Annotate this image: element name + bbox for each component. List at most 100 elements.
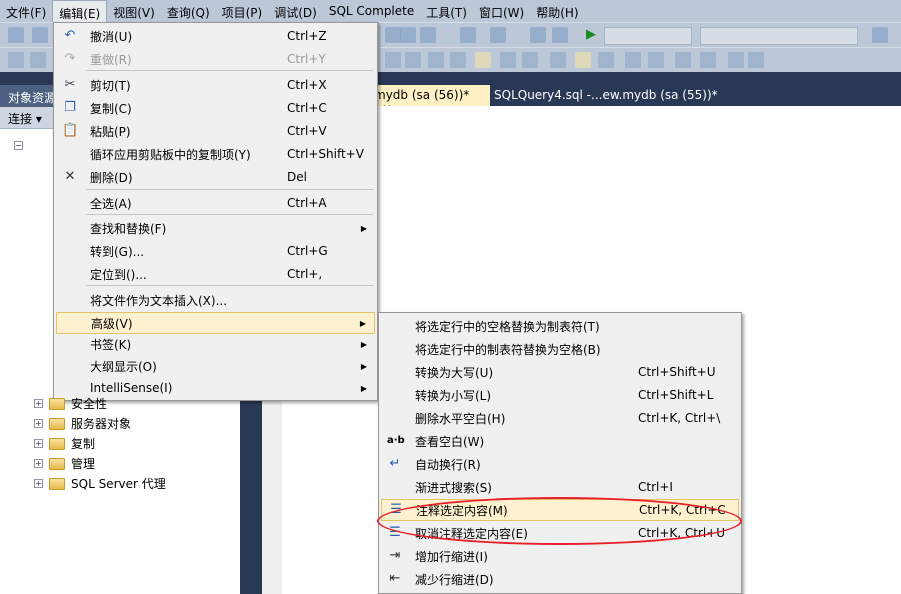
toolbar-button-icon[interactable] — [385, 52, 401, 68]
menu-item-shortcut: Ctrl+Shift+V — [287, 147, 364, 161]
menu-item[interactable]: a·b 查看空白(W) — [381, 430, 739, 452]
menu-item[interactable]: 渐进式搜索(S) Ctrl+I — [381, 476, 739, 498]
toolbar-button-icon[interactable] — [450, 52, 466, 68]
toolbar-button-icon[interactable] — [728, 52, 744, 68]
menu-4[interactable]: 项目(P) — [216, 0, 269, 22]
toolbar-button-icon[interactable] — [575, 52, 591, 68]
menu-item-label: 粘贴(P) — [90, 124, 131, 139]
connect-button[interactable]: 连接 — [8, 112, 32, 126]
toolbar-button-icon[interactable] — [625, 52, 641, 68]
toolbar-button-icon[interactable] — [8, 52, 24, 68]
menu-6[interactable]: SQL Complete — [323, 0, 420, 22]
menu-8[interactable]: 窗口(W) — [473, 0, 530, 22]
menu-item[interactable]: ❐ 复制(C) Ctrl+C — [56, 97, 375, 119]
toolbar-button-icon[interactable] — [460, 27, 476, 43]
toolbar-button-icon[interactable] — [748, 52, 764, 68]
toolbar-button-icon[interactable] — [598, 52, 614, 68]
toolbar-button-icon[interactable] — [552, 27, 568, 43]
menu-item[interactable]: ⇤ 减少行缩进(D) — [381, 568, 739, 590]
menu-item-label: IntelliSense(I) — [90, 381, 173, 395]
toolbar-button-icon[interactable] — [500, 52, 516, 68]
menu-item[interactable]: ⇥ 增加行缩进(I) — [381, 545, 739, 567]
expand-icon[interactable]: + — [34, 459, 43, 468]
menu-3[interactable]: 查询(Q) — [161, 0, 216, 22]
toolbar-button-icon[interactable] — [385, 27, 401, 43]
toolbar-button-icon[interactable] — [550, 52, 566, 68]
toolbar-button-icon[interactable] — [490, 27, 506, 43]
menu-5[interactable]: 调试(D) — [268, 0, 323, 22]
menu-item[interactable]: 转换为小写(L) Ctrl+Shift+L — [381, 384, 739, 406]
server-node[interactable]: − — [14, 137, 44, 150]
annotation-ellipse — [377, 497, 742, 545]
toolbar-button-icon[interactable] — [522, 52, 538, 68]
expand-icon[interactable]: + — [34, 399, 43, 408]
menu-item[interactable]: 将文件作为文本插入(X)... — [56, 289, 375, 311]
tree-node[interactable]: + 管理 — [34, 455, 95, 472]
menu-item[interactable]: 转到(G)... Ctrl+G — [56, 240, 375, 262]
toolbar-button-icon[interactable] — [405, 52, 421, 68]
menu-item-label: 删除水平空白(H) — [415, 411, 506, 426]
menu-item[interactable]: 高级(V) ▶ — [56, 312, 375, 334]
expand-icon[interactable]: + — [34, 419, 43, 428]
tree-node[interactable]: + SQL Server 代理 — [34, 475, 166, 492]
menu-item-label: 查找和替换(F) — [90, 221, 167, 236]
menu-0[interactable]: 文件(F) — [0, 0, 52, 22]
menu-item-label: 减少行缩进(D) — [415, 572, 494, 587]
toolbar-button-icon[interactable] — [475, 52, 491, 68]
database-combo[interactable] — [604, 27, 692, 45]
toolbar-button-icon[interactable] — [30, 52, 46, 68]
menu-item[interactable]: 查找和替换(F) ▶ — [56, 217, 375, 239]
menu-item-label: 查看空白(W) — [415, 434, 485, 449]
menu-item[interactable]: 转换为大写(U) Ctrl+Shift+U — [381, 361, 739, 383]
expand-icon[interactable]: + — [34, 479, 43, 488]
menu-item[interactable]: ✕ 删除(D) Del — [56, 166, 375, 188]
tree-node-label: 复制 — [71, 437, 96, 451]
toolbar-button-icon[interactable] — [648, 52, 664, 68]
tree-node[interactable]: + 安全性 — [34, 395, 107, 412]
tab-inactive[interactable]: SQLQuery4.sql -...ew.mydb (sa (55))* — [494, 88, 718, 102]
menu-1[interactable]: 编辑(E) — [52, 0, 108, 22]
menu-item-shortcut: Ctrl+G — [287, 244, 328, 258]
menu-item[interactable]: 全选(A) Ctrl+A — [56, 192, 375, 214]
menu-item[interactable]: 大纲显示(O) ▶ — [56, 355, 375, 377]
menu-item[interactable]: ↵ 自动换行(R) — [381, 453, 739, 475]
toolbar-button-icon[interactable] — [675, 52, 691, 68]
menu-item[interactable]: 定位到()... Ctrl+, — [56, 263, 375, 285]
menu-item[interactable]: ↶ 撤消(U) Ctrl+Z — [56, 25, 375, 47]
submenu-arrow-icon: ▶ — [359, 318, 366, 328]
outdent-icon: ⇤ — [389, 571, 401, 586]
menu-separator — [86, 189, 373, 190]
menu-item[interactable]: 书签(K) ▶ — [56, 333, 375, 355]
solution-config-combo[interactable] — [700, 27, 858, 45]
menu-item[interactable]: 删除水平空白(H) Ctrl+K, Ctrl+\ — [381, 407, 739, 429]
tree-node-label: 管理 — [71, 457, 96, 471]
menu-item[interactable]: 将选定行中的空格替换为制表符(T) — [381, 315, 739, 337]
menu-item[interactable]: ✂ 剪切(T) Ctrl+X — [56, 74, 375, 96]
menu-item[interactable]: 循环应用剪贴板中的复制项(Y) Ctrl+Shift+V — [56, 143, 375, 165]
menu-item-label: 书签(K) — [90, 337, 132, 352]
menu-item-label: 循环应用剪贴板中的复制项(Y) — [90, 147, 251, 162]
execute-icon[interactable]: ▶ — [586, 27, 602, 43]
tree-node[interactable]: + 服务器对象 — [34, 415, 131, 432]
toolbar-button-icon[interactable] — [428, 52, 444, 68]
toolbar-button-icon[interactable] — [420, 27, 436, 43]
toolbar-button-icon[interactable] — [400, 27, 416, 43]
menu-item[interactable]: 将选定行中的制表符替换为空格(B) — [381, 338, 739, 360]
menu-9[interactable]: 帮助(H) — [530, 0, 584, 22]
advanced-submenu: 将选定行中的空格替换为制表符(T) 将选定行中的制表符替换为空格(B) 转换为大写(… — [378, 312, 742, 594]
toolbar-button-icon[interactable] — [530, 27, 546, 43]
folder-icon — [49, 457, 65, 470]
menu-item-shortcut: Ctrl+Z — [287, 29, 327, 43]
toolbar-button-icon[interactable] — [32, 27, 48, 43]
menu-item[interactable]: 📋 粘贴(P) Ctrl+V — [56, 120, 375, 142]
menu-2[interactable]: 视图(V) — [107, 0, 161, 22]
menu-item-label: 剪切(T) — [90, 78, 131, 93]
tree-node[interactable]: + 复制 — [34, 435, 95, 452]
toolbar-button-icon[interactable] — [872, 27, 888, 43]
folder-icon — [49, 437, 65, 450]
menu-7[interactable]: 工具(T) — [420, 0, 473, 22]
toolbar-button-icon[interactable] — [700, 52, 716, 68]
expand-icon[interactable]: + — [34, 439, 43, 448]
edit-menu: ↶ 撤消(U) Ctrl+Z ↷ 重做(R) Ctrl+Y ✂ 剪切(T) Ctrl+X ❐ 复制(… — [53, 22, 378, 401]
toolbar-button-icon[interactable] — [8, 27, 24, 43]
